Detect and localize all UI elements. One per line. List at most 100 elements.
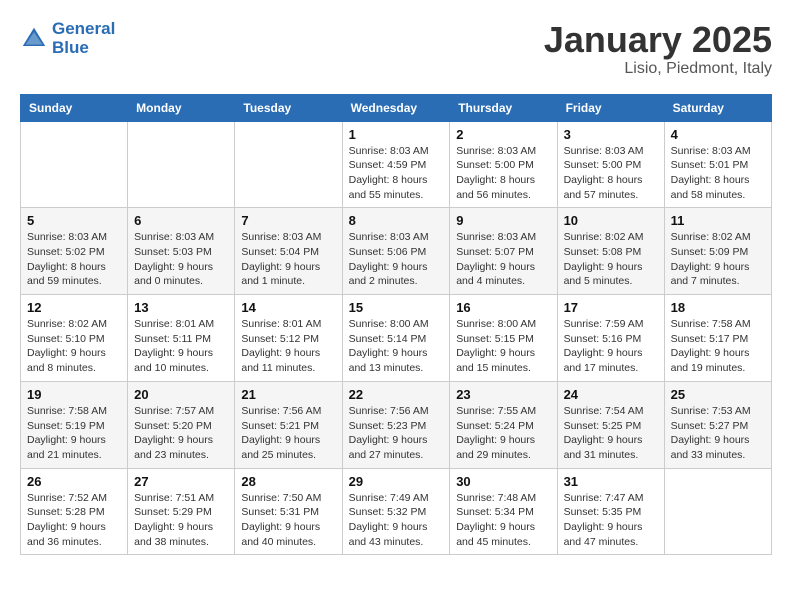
day-info: Sunrise: 7:51 AM Sunset: 5:29 PM Dayligh… — [134, 491, 228, 550]
month-title: January 2025 — [544, 20, 772, 60]
week-row-2: 5 Sunrise: 8:03 AM Sunset: 5:02 PM Daylig… — [21, 208, 772, 295]
calendar-cell: 31Sunrise: 7:47 AM Sunset: 5:35 PM Dayli… — [557, 468, 664, 555]
day-info: Sunrise: 8:03 AM Sunset: 5:06 PM Dayligh… — [349, 230, 444, 289]
day-number: 6 — [134, 213, 228, 228]
day-number: 30 — [456, 474, 550, 489]
day-info: Sunrise: 8:01 AM Sunset: 5:12 PM Dayligh… — [241, 317, 335, 376]
day-number: 23 — [456, 387, 550, 402]
week-row-5: 26 Sunrise: 7:52 AM Sunset: 5:28 PM Dayli… — [21, 468, 772, 555]
calendar-cell: 13 Sunrise: 8:01 AM Sunset: 5:11 PM Dayli… — [128, 295, 235, 382]
calendar-cell: 9 Sunrise: 8:03 AM Sunset: 5:07 PM Daylig… — [450, 208, 557, 295]
day-info: Sunrise: 8:02 AM Sunset: 5:10 PM Dayligh… — [27, 317, 121, 376]
day-number: 18 — [671, 300, 765, 315]
calendar-table: SundayMondayTuesdayWednesdayThursdayFrid… — [20, 94, 772, 556]
day-info: Sunrise: 7:58 AM Sunset: 5:17 PM Dayligh… — [671, 317, 765, 376]
day-info: Sunrise: 7:59 AM Sunset: 5:16 PM Dayligh… — [564, 317, 658, 376]
calendar-cell — [128, 121, 235, 208]
day-number: 19 — [27, 387, 121, 402]
day-info: Sunrise: 8:02 AM Sunset: 5:09 PM Dayligh… — [671, 230, 765, 289]
weekday-header-sunday: Sunday — [21, 94, 128, 121]
calendar-cell: 2Sunrise: 8:03 AM Sunset: 5:00 PM Daylig… — [450, 121, 557, 208]
day-number: 26 — [27, 474, 121, 489]
week-row-1: 1 Sunrise: 8:03 AM Sunset: 4:59 PM Daylig… — [21, 121, 772, 208]
calendar-cell — [235, 121, 342, 208]
calendar-cell: 15 Sunrise: 8:00 AM Sunset: 5:14 PM Dayli… — [342, 295, 450, 382]
day-info: Sunrise: 8:00 AM Sunset: 5:15 PM Dayligh… — [456, 317, 550, 376]
day-number: 25 — [671, 387, 765, 402]
calendar-cell: 7Sunrise: 8:03 AM Sunset: 5:04 PM Daylig… — [235, 208, 342, 295]
day-number: 29 — [349, 474, 444, 489]
page-header: General Blue January 2025 Lisio, Piedmon… — [20, 20, 772, 78]
calendar-cell: 16 Sunrise: 8:00 AM Sunset: 5:15 PM Dayli… — [450, 295, 557, 382]
calendar-cell — [21, 121, 128, 208]
day-number: 4 — [671, 127, 765, 142]
calendar-cell: 23 Sunrise: 7:55 AM Sunset: 5:24 PM Dayli… — [450, 381, 557, 468]
day-info: Sunrise: 7:56 AM Sunset: 5:23 PM Dayligh… — [349, 404, 444, 463]
week-row-3: 12 Sunrise: 8:02 AM Sunset: 5:10 PM Dayli… — [21, 295, 772, 382]
calendar-cell: 19 Sunrise: 7:58 AM Sunset: 5:19 PM Dayli… — [21, 381, 128, 468]
day-number: 8 — [349, 213, 444, 228]
day-number: 1 — [349, 127, 444, 142]
week-row-4: 19 Sunrise: 7:58 AM Sunset: 5:19 PM Dayli… — [21, 381, 772, 468]
weekday-header-saturday: Saturday — [664, 94, 771, 121]
day-info: Sunrise: 8:03 AM Sunset: 4:59 PM Dayligh… — [349, 144, 444, 203]
day-number: 21 — [241, 387, 335, 402]
day-info: Sunrise: 8:03 AM Sunset: 5:00 PM Dayligh… — [564, 144, 658, 203]
day-info: Sunrise: 8:03 AM Sunset: 5:04 PM Dayligh… — [241, 230, 335, 289]
day-info: Sunrise: 8:03 AM Sunset: 5:02 PM Dayligh… — [27, 230, 121, 289]
day-info: Sunrise: 7:53 AM Sunset: 5:27 PM Dayligh… — [671, 404, 765, 463]
day-info: Sunrise: 7:56 AM Sunset: 5:21 PM Dayligh… — [241, 404, 335, 463]
calendar-cell: 27 Sunrise: 7:51 AM Sunset: 5:29 PM Dayli… — [128, 468, 235, 555]
calendar-cell: 4 Sunrise: 8:03 AM Sunset: 5:01 PM Daylig… — [664, 121, 771, 208]
day-number: 10 — [564, 213, 658, 228]
calendar-cell: 21 Sunrise: 7:56 AM Sunset: 5:21 PM Dayli… — [235, 381, 342, 468]
day-info: Sunrise: 7:49 AM Sunset: 5:32 PM Dayligh… — [349, 491, 444, 550]
day-info: Sunrise: 8:02 AM Sunset: 5:08 PM Dayligh… — [564, 230, 658, 289]
day-number: 17 — [564, 300, 658, 315]
day-info: Sunrise: 7:52 AM Sunset: 5:28 PM Dayligh… — [27, 491, 121, 550]
weekday-header-friday: Friday — [557, 94, 664, 121]
day-number: 5 — [27, 213, 121, 228]
calendar-cell: 24 Sunrise: 7:54 AM Sunset: 5:25 PM Dayli… — [557, 381, 664, 468]
calendar-cell: 18 Sunrise: 7:58 AM Sunset: 5:17 PM Dayli… — [664, 295, 771, 382]
day-info: Sunrise: 7:48 AM Sunset: 5:34 PM Dayligh… — [456, 491, 550, 550]
calendar-cell: 12 Sunrise: 8:02 AM Sunset: 5:10 PM Dayli… — [21, 295, 128, 382]
calendar-cell: 8 Sunrise: 8:03 AM Sunset: 5:06 PM Daylig… — [342, 208, 450, 295]
calendar-cell: 10 Sunrise: 8:02 AM Sunset: 5:08 PM Dayli… — [557, 208, 664, 295]
day-number: 9 — [456, 213, 550, 228]
calendar-cell: 20Sunrise: 7:57 AM Sunset: 5:20 PM Dayli… — [128, 381, 235, 468]
day-number: 16 — [456, 300, 550, 315]
calendar-cell: 30 Sunrise: 7:48 AM Sunset: 5:34 PM Dayli… — [450, 468, 557, 555]
day-info: Sunrise: 7:50 AM Sunset: 5:31 PM Dayligh… — [241, 491, 335, 550]
calendar-cell: 3Sunrise: 8:03 AM Sunset: 5:00 PM Daylig… — [557, 121, 664, 208]
day-info: Sunrise: 8:00 AM Sunset: 5:14 PM Dayligh… — [349, 317, 444, 376]
weekday-header-row: SundayMondayTuesdayWednesdayThursdayFrid… — [21, 94, 772, 121]
day-number: 27 — [134, 474, 228, 489]
location: Lisio, Piedmont, Italy — [544, 60, 772, 78]
day-info: Sunrise: 8:03 AM Sunset: 5:00 PM Dayligh… — [456, 144, 550, 203]
calendar-cell: 22Sunrise: 7:56 AM Sunset: 5:23 PM Dayli… — [342, 381, 450, 468]
calendar-cell: 1 Sunrise: 8:03 AM Sunset: 4:59 PM Daylig… — [342, 121, 450, 208]
day-number: 13 — [134, 300, 228, 315]
day-number: 12 — [27, 300, 121, 315]
weekday-header-tuesday: Tuesday — [235, 94, 342, 121]
day-info: Sunrise: 7:54 AM Sunset: 5:25 PM Dayligh… — [564, 404, 658, 463]
day-number: 14 — [241, 300, 335, 315]
day-info: Sunrise: 7:55 AM Sunset: 5:24 PM Dayligh… — [456, 404, 550, 463]
logo-text-blue: Blue — [52, 39, 115, 58]
day-info: Sunrise: 7:58 AM Sunset: 5:19 PM Dayligh… — [27, 404, 121, 463]
logo-text-general: General — [52, 19, 115, 38]
day-info: Sunrise: 8:03 AM Sunset: 5:07 PM Dayligh… — [456, 230, 550, 289]
logo: General Blue — [20, 20, 115, 57]
calendar-cell: 6Sunrise: 8:03 AM Sunset: 5:03 PM Daylig… — [128, 208, 235, 295]
day-number: 24 — [564, 387, 658, 402]
weekday-header-thursday: Thursday — [450, 94, 557, 121]
day-number: 28 — [241, 474, 335, 489]
calendar-cell: 26 Sunrise: 7:52 AM Sunset: 5:28 PM Dayli… — [21, 468, 128, 555]
day-info: Sunrise: 8:03 AM Sunset: 5:01 PM Dayligh… — [671, 144, 765, 203]
day-info: Sunrise: 8:01 AM Sunset: 5:11 PM Dayligh… — [134, 317, 228, 376]
weekday-header-monday: Monday — [128, 94, 235, 121]
calendar-cell: 14 Sunrise: 8:01 AM Sunset: 5:12 PM Dayli… — [235, 295, 342, 382]
day-number: 15 — [349, 300, 444, 315]
day-info: Sunrise: 7:57 AM Sunset: 5:20 PM Dayligh… — [134, 404, 228, 463]
